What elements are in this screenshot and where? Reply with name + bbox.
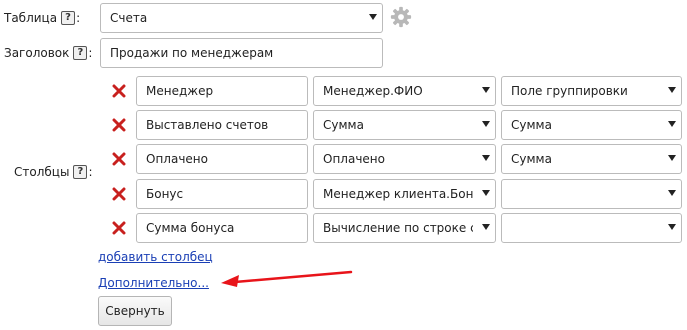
column-field-value: Сумма: [323, 118, 364, 132]
table-select[interactable]: Счета: [100, 3, 383, 33]
gear-icon[interactable]: [390, 6, 412, 28]
title-label: Заголовок ? :: [4, 46, 93, 60]
column-name-input[interactable]: Бонус: [136, 179, 308, 209]
annotation-arrow: [221, 270, 353, 287]
column-field-select[interactable]: Менеджер.ФИО: [313, 76, 496, 106]
column-aggregate-select[interactable]: Сумма: [501, 110, 682, 140]
table-label: Таблица ? :: [4, 11, 81, 25]
column-aggregate-value: Сумма: [511, 152, 552, 166]
more-link[interactable]: Дополнительно...: [98, 276, 209, 290]
chevron-down-icon: [668, 121, 676, 127]
title-help-icon[interactable]: ?: [73, 46, 88, 60]
table-help-icon[interactable]: ?: [61, 11, 76, 25]
column-field-select[interactable]: Оплачено: [313, 144, 496, 174]
collapse-button[interactable]: Свернуть: [98, 296, 172, 326]
delete-x-icon[interactable]: [112, 187, 126, 201]
column-aggregate-select[interactable]: Поле группировки: [501, 76, 682, 106]
column-field-select[interactable]: Сумма: [313, 110, 496, 140]
chevron-down-icon: [668, 87, 676, 93]
chevron-down-icon: [482, 155, 490, 161]
column-aggregate-select[interactable]: [501, 179, 682, 209]
column-name-value: Оплачено: [146, 152, 208, 166]
column-field-select[interactable]: Вычисление по строке с: [313, 213, 496, 243]
column-field-select[interactable]: Менеджер клиента.Бон: [313, 179, 496, 209]
column-field-value: Менеджер.ФИО: [323, 84, 423, 98]
title-input-value: Продажи по менеджерам: [110, 46, 274, 60]
delete-x-icon[interactable]: [112, 84, 126, 98]
add-column-link[interactable]: добавить столбец: [98, 250, 213, 264]
chevron-down-icon: [668, 155, 676, 161]
column-field-value: Оплачено: [323, 152, 385, 166]
column-name-input[interactable]: Менеджер: [136, 76, 308, 106]
delete-x-icon[interactable]: [112, 118, 126, 132]
table-label-text: Таблица: [4, 11, 58, 25]
chevron-down-icon: [668, 224, 676, 230]
chevron-down-icon: [482, 224, 490, 230]
chevron-down-icon: [369, 14, 377, 20]
columns-label: Столбцы ? :: [14, 165, 93, 179]
column-name-value: Выставлено счетов: [146, 118, 269, 132]
column-name-input[interactable]: Сумма бонуса: [136, 213, 308, 243]
column-aggregate-select[interactable]: [501, 213, 682, 243]
chevron-down-icon: [482, 190, 490, 196]
column-name-input[interactable]: Выставлено счетов: [136, 110, 308, 140]
column-name-value: Сумма бонуса: [146, 221, 235, 235]
table-select-value: Счета: [110, 11, 148, 25]
column-name-value: Менеджер: [146, 84, 214, 98]
column-field-value: Вычисление по строке с: [323, 221, 473, 235]
delete-x-icon[interactable]: [112, 152, 126, 166]
column-aggregate-select[interactable]: Сумма: [501, 144, 682, 174]
title-input[interactable]: Продажи по менеджерам: [100, 38, 383, 68]
column-name-value: Бонус: [146, 187, 184, 201]
delete-x-icon[interactable]: [112, 221, 126, 235]
columns-help-icon[interactable]: ?: [73, 165, 88, 179]
chevron-down-icon: [482, 121, 490, 127]
title-label-text: Заголовок: [4, 46, 70, 60]
column-field-value: Менеджер клиента.Бон: [323, 187, 473, 201]
chevron-down-icon: [668, 190, 676, 196]
column-name-input[interactable]: Оплачено: [136, 144, 308, 174]
columns-label-text: Столбцы: [14, 165, 70, 179]
chevron-down-icon: [482, 87, 490, 93]
column-aggregate-value: Сумма: [511, 118, 552, 132]
column-aggregate-value: Поле группировки: [511, 84, 628, 98]
